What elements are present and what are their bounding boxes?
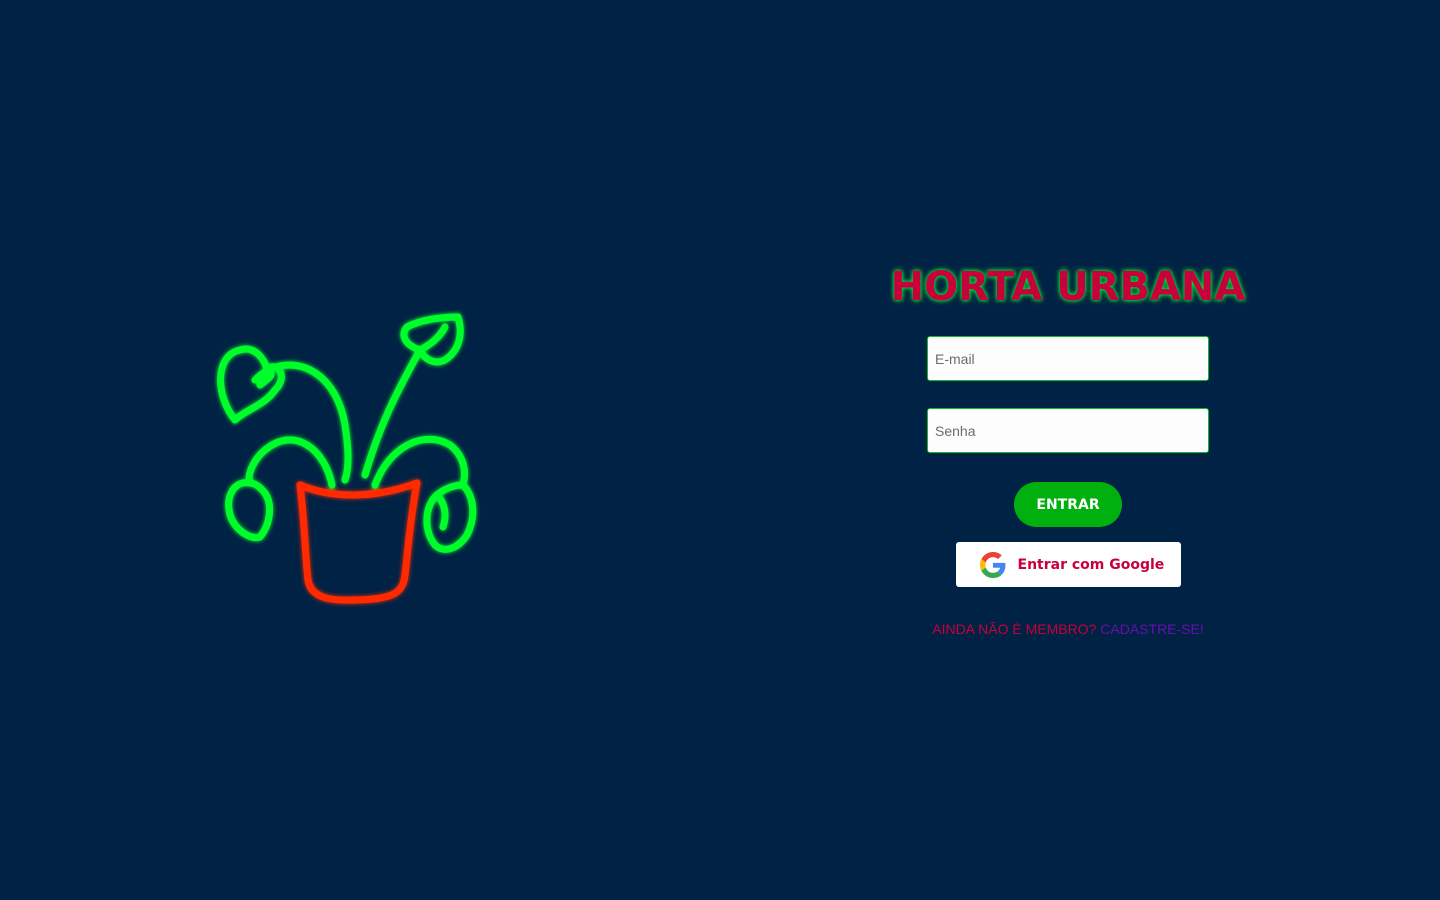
signup-prompt: AINDA NÃO É MEMBRO? CADASTRE-SE! xyxy=(932,621,1204,637)
password-input[interactable] xyxy=(927,408,1209,453)
google-login-label: Entrar com Google xyxy=(1017,556,1165,573)
google-icon xyxy=(979,551,1005,578)
login-button[interactable]: ENTRAR xyxy=(1014,482,1122,527)
login-form: HORTA URBANA ENTRAR Entrar com Google AI… xyxy=(868,262,1268,637)
signup-question: AINDA NÃO É MEMBRO? xyxy=(932,621,1097,637)
google-login-button[interactable]: Entrar com Google xyxy=(955,542,1181,587)
email-input[interactable] xyxy=(927,336,1209,381)
app-title: HORTA URBANA xyxy=(890,264,1246,310)
login-page: HORTA URBANA ENTRAR Entrar com Google AI… xyxy=(0,0,1440,900)
signup-link[interactable]: CADASTRE-SE! xyxy=(1100,621,1203,637)
potted-plant-icon xyxy=(217,313,477,604)
